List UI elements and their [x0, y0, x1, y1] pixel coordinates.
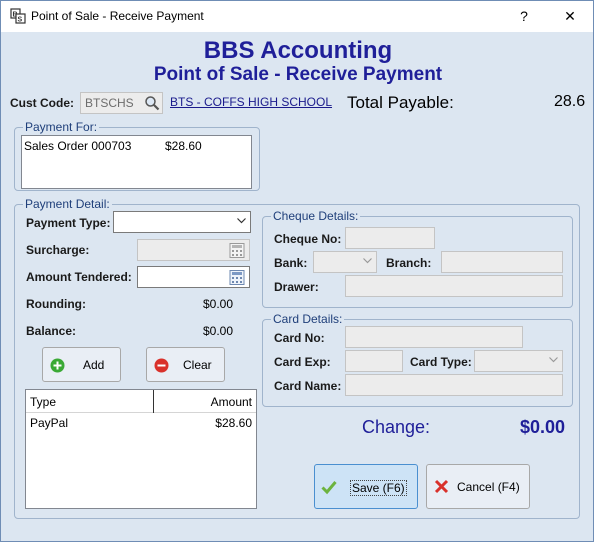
- column-divider[interactable]: [153, 390, 154, 413]
- card-exp-label: Card Exp:: [274, 355, 331, 369]
- window-title: Point of Sale - Receive Payment: [31, 9, 204, 23]
- bbs-app-icon: B S: [10, 8, 26, 24]
- card-type-select[interactable]: [474, 350, 563, 372]
- drawer-label: Drawer:: [274, 280, 319, 294]
- rounding-value: $0.00: [203, 297, 234, 311]
- card-details-title: Card Details:: [271, 312, 345, 326]
- change-value: $0.00: [520, 417, 566, 437]
- red-x-icon: [434, 479, 449, 494]
- close-button[interactable]: ✕: [547, 1, 593, 32]
- card-no-field[interactable]: [345, 326, 523, 348]
- amount-column-header[interactable]: Amount: [211, 395, 252, 409]
- cheque-no-field[interactable]: [345, 227, 435, 249]
- card-no-label: Card No:: [274, 331, 325, 345]
- payment-amount-cell: $28.60: [215, 416, 252, 430]
- calculator-icon[interactable]: [229, 270, 245, 285]
- save-button[interactable]: Save (F6): [314, 464, 418, 509]
- add-button[interactable]: Add: [42, 347, 121, 382]
- payments-table[interactable]: Type Amount PayPal $28.60: [25, 389, 257, 509]
- card-type-label: Card Type:: [410, 355, 472, 369]
- cust-code-field[interactable]: BTSCHS: [80, 92, 163, 114]
- balance-value: $0.00: [203, 324, 234, 338]
- chevron-down-icon: [549, 357, 558, 363]
- svg-text:S: S: [18, 17, 23, 24]
- checkmark-icon: [321, 481, 337, 495]
- table-row[interactable]: PayPal $28.60: [26, 414, 256, 432]
- card-name-field[interactable]: [345, 374, 563, 396]
- branch-field[interactable]: [441, 251, 563, 273]
- payment-type-select[interactable]: [113, 211, 251, 233]
- order-description: Sales Order 000703: [24, 139, 132, 153]
- bank-label: Bank:: [274, 256, 308, 270]
- card-exp-field[interactable]: [345, 350, 403, 372]
- payment-detail-title: Payment Detail:: [23, 197, 112, 211]
- chevron-down-icon: [363, 258, 372, 264]
- plus-circle-icon: [50, 358, 65, 373]
- table-header: Type Amount: [26, 390, 256, 413]
- order-amount: $28.60: [165, 139, 202, 153]
- cheque-no-label: Cheque No:: [274, 232, 342, 246]
- help-button[interactable]: ?: [501, 1, 547, 32]
- add-button-label: Add: [83, 358, 105, 372]
- amount-tendered-label: Amount Tendered:: [26, 270, 132, 284]
- save-button-label: Save (F6): [350, 480, 407, 496]
- cust-code-label: Cust Code:: [10, 96, 74, 110]
- chevron-down-icon: [237, 218, 246, 224]
- card-name-label: Card Name:: [274, 379, 342, 393]
- branch-label: Branch:: [386, 256, 432, 270]
- bank-select[interactable]: [313, 251, 377, 273]
- clear-button-label: Clear: [183, 358, 212, 372]
- total-payable-value: 28.6: [554, 93, 586, 110]
- surcharge-label: Surcharge:: [26, 243, 90, 257]
- title-bar: B S Point of Sale - Receive Payment ? ✕: [1, 1, 593, 32]
- payment-type-cell: PayPal: [30, 416, 69, 430]
- payment-for-title: Payment For:: [23, 120, 100, 134]
- list-item[interactable]: Sales Order 000703 $28.60: [24, 139, 249, 155]
- cust-code-value: BTSCHS: [85, 96, 134, 110]
- receive-payment-window: B S Point of Sale - Receive Payment ? ✕ …: [0, 0, 594, 542]
- rounding-label: Rounding:: [26, 297, 86, 311]
- payment-for-group: Payment For: Sales Order 000703 $28.60: [14, 120, 260, 191]
- payment-for-list[interactable]: Sales Order 000703 $28.60: [21, 135, 252, 189]
- drawer-field[interactable]: [345, 275, 563, 297]
- balance-label: Balance:: [26, 324, 77, 338]
- type-column-header[interactable]: Type: [30, 395, 56, 409]
- change-label: Change:: [362, 417, 431, 437]
- clear-button[interactable]: Clear: [146, 347, 225, 382]
- payment-type-label: Payment Type:: [26, 216, 111, 230]
- amount-tendered-field[interactable]: [137, 266, 250, 288]
- surcharge-field[interactable]: [137, 239, 250, 261]
- search-icon[interactable]: [144, 95, 160, 111]
- company-title: BBS Accounting: [203, 37, 393, 64]
- cheque-details-title: Cheque Details:: [271, 209, 361, 223]
- minus-circle-icon: [154, 358, 169, 373]
- total-payable-label: Total Payable:: [347, 93, 454, 112]
- calculator-icon[interactable]: [229, 243, 245, 258]
- cancel-button-label: Cancel (F4): [457, 480, 520, 494]
- page-subtitle: Point of Sale - Receive Payment: [153, 64, 443, 85]
- cancel-button[interactable]: Cancel (F4): [426, 464, 530, 509]
- customer-name-link[interactable]: BTS - COFFS HIGH SCHOOL: [170, 95, 332, 109]
